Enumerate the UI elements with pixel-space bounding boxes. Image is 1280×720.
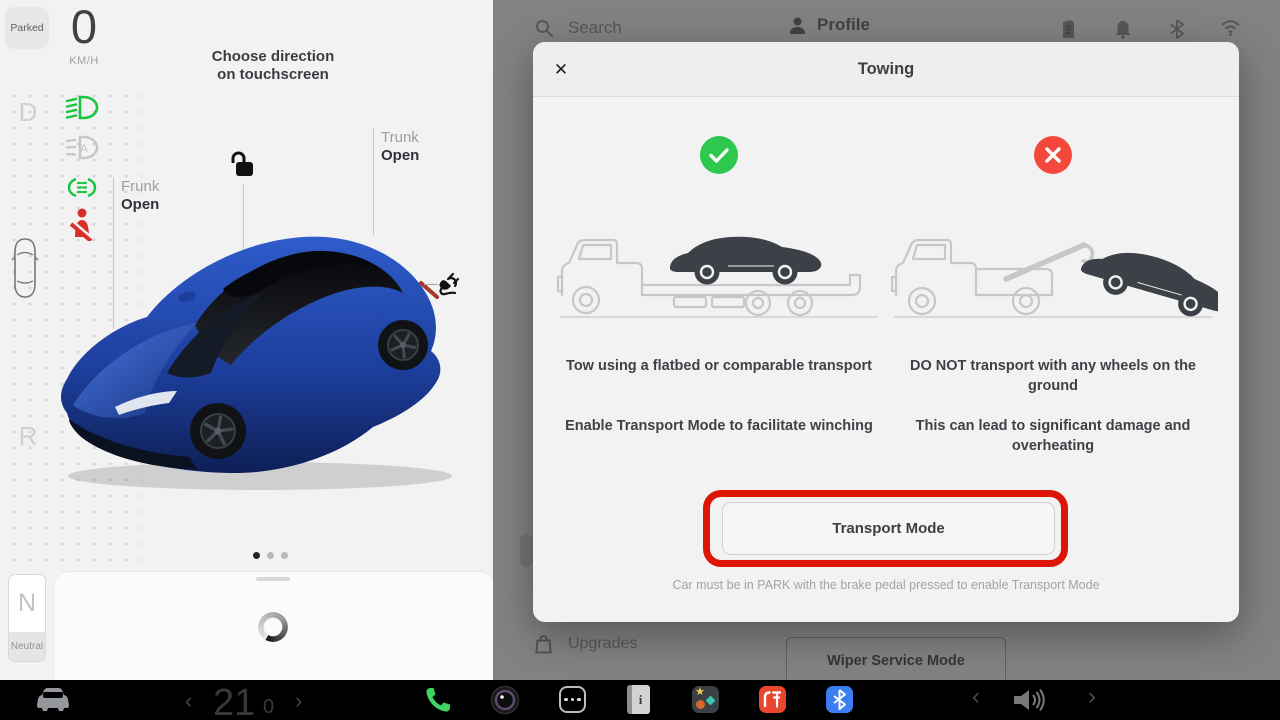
gear-neutral-label: Neutral [9,632,45,661]
temp-down-chevron[interactable]: ‹ [185,688,192,714]
hint-line2: on touchscreen [150,66,396,84]
direction-hint: Choose direction on touchscreen [150,48,396,84]
frunk-label: Frunk [121,178,159,196]
do-heading: Tow using a flatbed or comparable transp… [564,356,874,376]
dont-heading: DO NOT transport with any wheels on the … [898,356,1208,396]
camera-app-icon[interactable] [490,685,520,720]
frunk-state: Open [121,196,159,214]
modal-caption: Car must be in PARK with the brake pedal… [533,578,1239,592]
bluetooth-app-icon[interactable] [826,686,853,713]
gear-reverse[interactable]: R [13,421,43,452]
instrument-cluster: Parked 0 KM/H D R N Neutral A [0,0,493,680]
gear-neutral-letter: N [9,575,45,632]
arcade-app-icon[interactable]: ★ [692,686,719,713]
hint-line1: Choose direction [150,48,396,66]
parking-lights-icon [64,173,100,203]
page-indicator[interactable] [253,552,288,559]
trunk-label: Trunk [381,129,419,147]
vehicle-render [55,213,465,503]
more-apps-icon[interactable] [559,686,586,713]
volume-icon[interactable] [1012,687,1046,718]
trunk-state: Open [381,147,419,165]
media-app-icon[interactable] [759,686,786,713]
speed-unit: KM/H [56,55,112,67]
close-icon[interactable]: ✕ [550,59,572,81]
dont-subheading: This can lead to significant damage and … [898,416,1208,456]
temperature-value[interactable]: 21 [213,682,255,720]
gear-drive[interactable]: D [13,97,43,128]
phone-app-icon[interactable] [424,686,452,719]
gear-park-badge[interactable]: Parked [5,7,49,49]
low-beam-icon [64,93,100,123]
flatbed-illustration [554,205,884,325]
speed-value: 0 [56,0,112,54]
charge-port-icon[interactable] [436,270,464,298]
media-prev-chevron[interactable]: ‹ [972,683,980,711]
page-dot-2[interactable] [267,552,274,559]
vehicle-topview-icon [11,237,39,299]
auto-high-beam-icon: A [64,133,100,163]
do-subheading: Enable Transport Mode to facilitate winc… [564,416,874,436]
temperature-suffix: 0 [263,696,274,719]
modal-title: Towing [533,60,1239,79]
towtruck-illustration [888,205,1218,325]
climate-control: ‹ 21 0 › [185,680,315,720]
media-next-chevron[interactable]: › [1088,683,1096,711]
sheet-drag-handle[interactable] [256,577,290,581]
car-app-icon[interactable] [34,686,72,719]
page-dot-1[interactable] [253,552,260,559]
towing-modal: Towing ✕ [533,42,1239,622]
loading-spinner [258,612,288,642]
svg-text:A: A [80,143,88,155]
frunk-callout: Frunk Open [121,178,159,214]
temp-up-chevron[interactable]: › [295,688,302,714]
speedometer: 0 KM/H [56,0,112,67]
taskbar: ‹ 21 0 › i ★ [0,680,1280,720]
transport-mode-button[interactable]: Transport Mode [722,502,1055,555]
unlocked-icon[interactable] [228,150,255,179]
forbidden-x-icon [1034,136,1072,174]
page-dot-3[interactable] [281,552,288,559]
tesla-touchscreen: Parked 0 KM/H D R N Neutral A [0,0,1280,720]
allowed-check-icon [700,136,738,174]
trunk-callout: Trunk Open [381,129,419,165]
owners-manual-icon[interactable]: i [627,685,650,714]
gear-neutral[interactable]: N Neutral [8,574,46,662]
